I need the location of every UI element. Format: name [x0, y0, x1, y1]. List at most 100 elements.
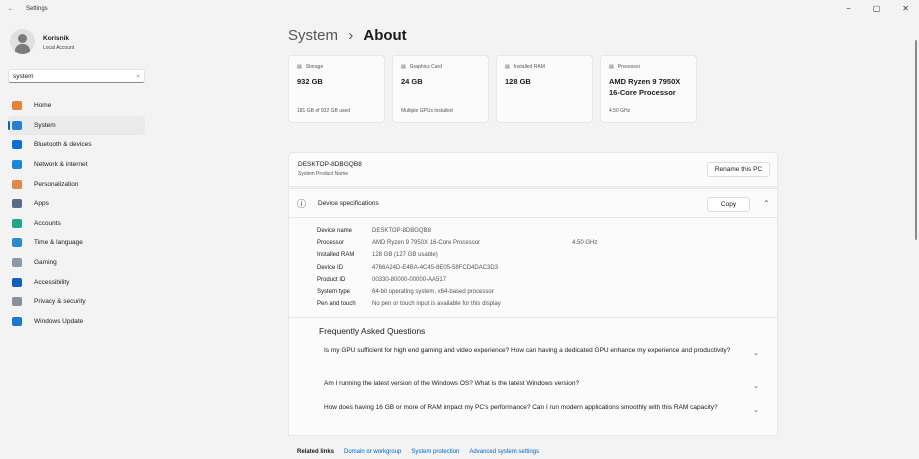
- spec-key: Processor: [317, 240, 345, 247]
- card-graphics-card: ▤ Graphics Card 24 GB Multiple GPUs install…: [392, 55, 489, 123]
- spec-key: Product ID: [317, 276, 346, 283]
- card-value: 24 GB: [401, 77, 423, 86]
- link-advanced-settings[interactable]: Advanced system settings: [469, 449, 539, 455]
- card-processor: ▤ Processor AMD Ryzen 9 7950X 16-Core Proc…: [600, 55, 697, 123]
- rename-pc-button[interactable]: Rename this PC: [707, 162, 770, 177]
- spec-value: 64-bit operating system, x64-based proce…: [372, 289, 494, 296]
- window-controls: − ▢ ✕: [846, 4, 909, 13]
- card-subtext: Multiple GPUs installed: [401, 108, 453, 114]
- pc-name: DESKTOP-8DBGQB8: [298, 161, 362, 168]
- card-subtext: 4.50 GHz: [609, 108, 631, 114]
- sidebar-item-label: Privacy & security: [34, 298, 86, 306]
- spec-value: 00330-80000-00000-AA517: [372, 276, 447, 283]
- spec-row: Product ID 00330-80000-00000-AA517: [317, 274, 597, 286]
- spec-key: System type: [317, 289, 351, 296]
- sidebar-item-label: Home: [34, 102, 52, 110]
- sidebar-item-apps[interactable]: Apps: [8, 194, 145, 214]
- link-domain-workgroup[interactable]: Domain or workgroup: [344, 449, 401, 455]
- breadcrumb-separator: ›: [348, 27, 354, 44]
- search-icon: ⌕: [136, 73, 140, 80]
- info-icon: ⓘ: [297, 199, 307, 209]
- nav-icon: [12, 258, 22, 268]
- sidebar-item-personalization[interactable]: Personalization: [8, 174, 145, 194]
- related-label: Related links: [297, 449, 335, 455]
- specs-title: Device specifications: [318, 200, 379, 207]
- back-button[interactable]: ←: [8, 6, 14, 12]
- title-bar: ← Settings: [8, 6, 48, 12]
- spec-extra: 4.50 GHz: [572, 240, 598, 247]
- faq-question: Is my GPU sufficient for high end gaming…: [324, 347, 731, 354]
- chevron-down-icon: ⌄: [753, 407, 759, 414]
- card-icon: ▤: [609, 64, 614, 70]
- copy-button[interactable]: Copy: [707, 197, 750, 212]
- specs-list: Device name DESKTOP-8DBGQB8 Processor AMD R…: [317, 225, 597, 310]
- card-label: Graphics Card: [409, 64, 442, 70]
- faq-title: Frequently Asked Questions: [319, 326, 426, 336]
- spec-key: Device name: [317, 228, 353, 235]
- nav-icon: [12, 316, 22, 326]
- card-icon: ▤: [297, 64, 302, 70]
- close-button[interactable]: ✕: [902, 4, 909, 13]
- spec-value: 128 GB (127 GB usable): [372, 252, 438, 259]
- spec-row: Device name DESKTOP-8DBGQB8: [317, 225, 597, 237]
- spec-value: DESKTOP-8DBGQB8: [372, 228, 431, 235]
- sidebar-item-label: Time & language: [34, 239, 83, 247]
- card-installed-ram: ▤ Installed RAM 128 GB: [496, 55, 593, 123]
- sidebar-item-label: Apps: [34, 200, 49, 208]
- account-type: Local Account: [43, 45, 75, 51]
- sidebar-item-bluetooth-devices[interactable]: Bluetooth & devices: [8, 135, 145, 155]
- page-title: About: [363, 27, 407, 44]
- card-value: AMD Ryzen 9 7950X 16-Core Processor: [609, 77, 681, 97]
- spec-row: System type 64-bit operating system, x64-…: [317, 286, 597, 298]
- avatar[interactable]: [10, 29, 35, 54]
- nav-icon: [12, 140, 22, 150]
- spec-row: Device ID 4766A24D-E4BA-4C45-8E05-58FCD4D…: [317, 262, 597, 274]
- card-label: Storage: [305, 64, 324, 70]
- window-title: Settings: [26, 6, 48, 12]
- sidebar-item-time-language[interactable]: Time & language: [8, 233, 145, 253]
- sidebar-item-label: Bluetooth & devices: [34, 141, 92, 149]
- sidebar-item-label: Network & internet: [34, 161, 88, 169]
- search-value: system: [13, 73, 34, 80]
- sidebar-item-accounts[interactable]: Accounts: [8, 214, 145, 234]
- breadcrumb: System › About: [288, 27, 407, 44]
- nav-icon: [12, 218, 22, 228]
- minimize-button[interactable]: −: [846, 4, 851, 13]
- card-icon: ▤: [401, 64, 406, 70]
- sidebar-item-label: Windows Update: [34, 317, 84, 325]
- sidebar-item-accessibility[interactable]: Accessibility: [8, 272, 145, 292]
- card-label: Processor: [617, 64, 641, 70]
- faq-question: Am I running the latest version of the W…: [324, 380, 580, 387]
- card-value: 932 GB: [297, 77, 323, 86]
- sidebar-item-label: Personalization: [34, 180, 79, 188]
- search-input[interactable]: system ⌕: [8, 69, 145, 83]
- nav-icon: [12, 238, 22, 248]
- spec-key: Pen and touch: [317, 301, 356, 308]
- sidebar-item-network-internet[interactable]: Network & internet: [8, 155, 145, 175]
- sidebar-item-label: System: [34, 121, 56, 129]
- collapse-chevron-icon[interactable]: ⌃: [763, 199, 770, 208]
- nav-icon: [12, 277, 22, 287]
- sidebar-item-windows-update[interactable]: Windows Update: [8, 312, 145, 332]
- spec-value: AMD Ryzen 9 7950X 16-Core Processor: [372, 240, 481, 247]
- nav-icon: [12, 160, 22, 170]
- nav-icon: [12, 101, 22, 111]
- card-icon: ▤: [505, 64, 510, 70]
- sidebar-item-gaming[interactable]: Gaming: [8, 253, 145, 273]
- sidebar-item-privacy-security[interactable]: Privacy & security: [8, 292, 145, 312]
- card-subtext: 181 GB of 932 GB used: [297, 108, 351, 114]
- maximize-button[interactable]: ▢: [873, 4, 881, 13]
- scrollbar[interactable]: [915, 40, 917, 240]
- related-links: Related links Domain or workgroup System…: [297, 449, 539, 455]
- card-label: Installed RAM: [513, 64, 545, 70]
- nav-icon: [12, 120, 22, 130]
- device-specs-header[interactable]: ⓘ Device specifications Copy ⌃: [288, 188, 778, 218]
- sidebar-item-home[interactable]: Home: [8, 96, 145, 116]
- spec-row: Pen and touch No pen or touch input is av…: [317, 298, 597, 310]
- sidebar-item-system[interactable]: System: [8, 115, 145, 136]
- breadcrumb-system[interactable]: System: [288, 27, 338, 44]
- sidebar-item-label: Gaming: [34, 259, 57, 267]
- sidebar-item-label: Accessibility: [34, 278, 70, 286]
- link-system-protection[interactable]: System protection: [411, 449, 459, 455]
- pc-name-panel: DESKTOP-8DBGQB8 System Product Name Rena…: [288, 152, 778, 187]
